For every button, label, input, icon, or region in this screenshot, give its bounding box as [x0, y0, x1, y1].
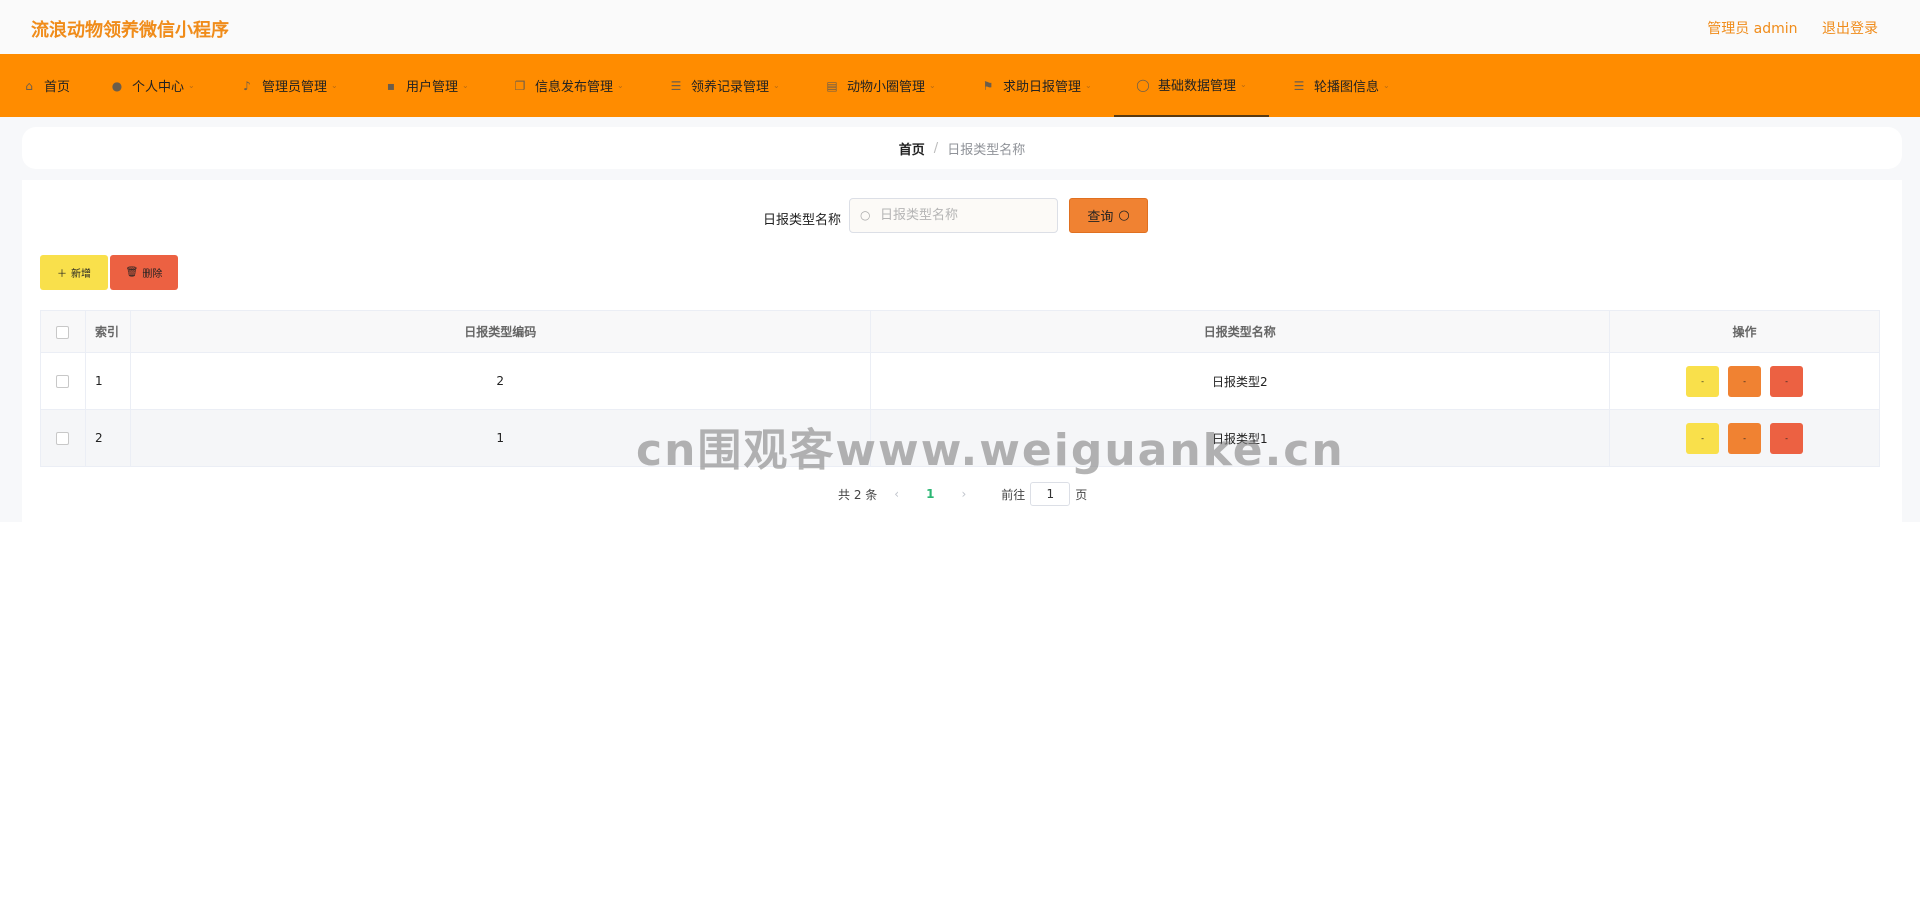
nav-item-animal-circle[interactable]: ▤ 动物小圈管理 ⌄ [825, 54, 936, 117]
row-index: 2 [84, 409, 131, 467]
nav-item-label: 求助日报管理 [1003, 80, 1082, 95]
chevron-down-icon: ⌄ [1240, 80, 1247, 89]
nav-item-label: 基础数据管理 [1158, 79, 1237, 94]
home-icon: ⌂ [25, 78, 33, 93]
search-label: 日报类型名称 [763, 213, 842, 228]
edit-button[interactable]: - [1728, 365, 1762, 397]
goto-page-input[interactable]: 1 [1030, 482, 1071, 506]
table-header-row: 索引 日报类型编码 日报类型名称 操作 [40, 310, 1880, 353]
pagination-total: 共 2 条 [838, 487, 878, 502]
top-bar: 流浪动物领养微信小程序 管理员 admin 退出登录 [0, 0, 1920, 54]
view-button[interactable]: - [1686, 422, 1720, 454]
menu-icon: ☰ [1293, 78, 1305, 93]
nav-bar: ⌂ 首页 ● 个人中心 ⌄ ♪ 管理员管理 ⌄ ▪ 用户管理 ⌄ ❐ 信息发布管… [0, 54, 1920, 117]
chevron-down-icon: ⌄ [1383, 81, 1390, 90]
watermark: cn围观客www.weiguanke.cn [636, 425, 1345, 476]
nav-item-label: 信息发布管理 [535, 80, 614, 95]
nav-item-help-daily[interactable]: ⚑ 求助日报管理 ⌄ [981, 54, 1092, 117]
add-button-label: 新增 [71, 269, 91, 280]
nav-item-label: 轮播图信息 [1314, 80, 1380, 95]
nav-item-label: 首页 [44, 80, 71, 95]
copy-icon: ❐ [514, 78, 526, 93]
chevron-down-icon: ⌄ [188, 81, 195, 90]
top-right-menu: 管理员 admin 退出登录 [1687, 18, 1878, 38]
search-input[interactable] [880, 199, 1050, 232]
add-button[interactable]: ＋ 新增 [40, 255, 108, 290]
page-suffix: 页 [1075, 487, 1088, 502]
nav-item-personal-center[interactable]: ● 个人中心 ⌄ [110, 54, 195, 117]
row-select-cell [40, 409, 86, 467]
flag-icon: ⚑ [982, 78, 994, 93]
nav-item-adoption-records[interactable]: ☰ 领养记录管理 ⌄ [669, 54, 780, 117]
select-all-cell [40, 310, 86, 353]
chevron-down-icon: ⌄ [331, 81, 338, 90]
nav-item-label: 个人中心 [132, 80, 185, 95]
column-header-code: 日报类型编码 [129, 310, 871, 353]
row-checkbox[interactable] [56, 432, 70, 445]
row-index: 1 [84, 352, 131, 410]
query-button-label: 查询 [1087, 210, 1114, 225]
breadcrumb-separator: / [933, 140, 939, 156]
chevron-down-icon: ⌄ [929, 81, 936, 90]
pagination: 共 2 条 ‹ 1 › 前往 1 页 [838, 482, 1087, 506]
row-select-cell [40, 352, 86, 410]
delete-button-label: 删除 [142, 269, 163, 280]
list-icon: ☰ [670, 78, 682, 93]
nav-item-label: 管理员管理 [262, 80, 328, 95]
page-number-current[interactable]: 1 [926, 487, 934, 501]
chevron-down-icon: ⌄ [617, 81, 624, 90]
trash-icon: ▤ [826, 78, 838, 93]
nav-item-info-publish[interactable]: ❐ 信息发布管理 ⌄ [513, 54, 624, 117]
mic-icon: ♪ [243, 78, 251, 93]
app-title: 流浪动物领养微信小程序 [31, 20, 229, 41]
nav-item-admin-management[interactable]: ♪ 管理员管理 ⌄ [240, 54, 338, 117]
table-row: 1 2 日报类型2 - - - [40, 352, 1880, 410]
column-header-name: 日报类型名称 [869, 310, 1611, 353]
chevron-right-icon[interactable]: › [961, 487, 966, 501]
query-button[interactable]: 查询 ○ [1069, 198, 1148, 233]
chat-icon: ▪ [386, 78, 396, 93]
nav-item-home[interactable]: ⌂ 首页 [22, 54, 70, 117]
chevron-down-icon: ⌄ [773, 81, 780, 90]
edit-button[interactable]: - [1728, 422, 1762, 454]
goto-label: 前往 [1001, 487, 1026, 502]
row-name: 日报类型2 [869, 352, 1611, 410]
nav-item-basic-data[interactable]: ◯ 基础数据管理 ⌄ [1114, 54, 1269, 117]
breadcrumb: 首页 / 日报类型名称 [22, 127, 1902, 169]
nav-item-label: 用户管理 [406, 80, 459, 95]
row-actions: - - - [1609, 409, 1880, 467]
row-delete-button[interactable]: - [1770, 422, 1804, 454]
search-box: ○ [849, 198, 1058, 233]
chevron-down-icon: ⌄ [462, 81, 469, 90]
row-checkbox[interactable] [56, 375, 70, 388]
nav-item-carousel[interactable]: ☰ 轮播图信息 ⌄ [1292, 54, 1390, 117]
nav-item-label: 动物小圈管理 [847, 80, 926, 95]
column-header-actions: 操作 [1609, 310, 1880, 353]
logout-link[interactable]: 退出登录 [1822, 21, 1878, 37]
row-actions: - - - [1609, 352, 1880, 410]
circle-icon: ◯ [1136, 77, 1150, 92]
nav-item-label: 领养记录管理 [691, 80, 770, 95]
admin-user-link[interactable]: 管理员 admin [1707, 21, 1797, 37]
column-header-index: 索引 [84, 310, 131, 353]
nav-item-user-management[interactable]: ▪ 用户管理 ⌄ [384, 54, 469, 117]
delete-button[interactable]: 🗑 删除 [110, 255, 178, 290]
view-button[interactable]: - [1686, 365, 1720, 397]
chevron-left-icon[interactable]: ‹ [894, 487, 899, 501]
row-code: 2 [129, 352, 871, 410]
chevron-down-icon: ⌄ [1085, 81, 1092, 90]
search-icon: ○ [1118, 208, 1130, 223]
breadcrumb-current: 日报类型名称 [947, 142, 1026, 158]
trash-icon: 🗑 [125, 267, 139, 278]
row-delete-button[interactable]: - [1770, 365, 1804, 397]
user-icon: ● [111, 78, 123, 93]
search-icon: ○ [860, 208, 871, 222]
plus-icon: ＋ [57, 269, 67, 280]
select-all-checkbox[interactable] [56, 325, 70, 339]
breadcrumb-home[interactable]: 首页 [899, 139, 925, 158]
